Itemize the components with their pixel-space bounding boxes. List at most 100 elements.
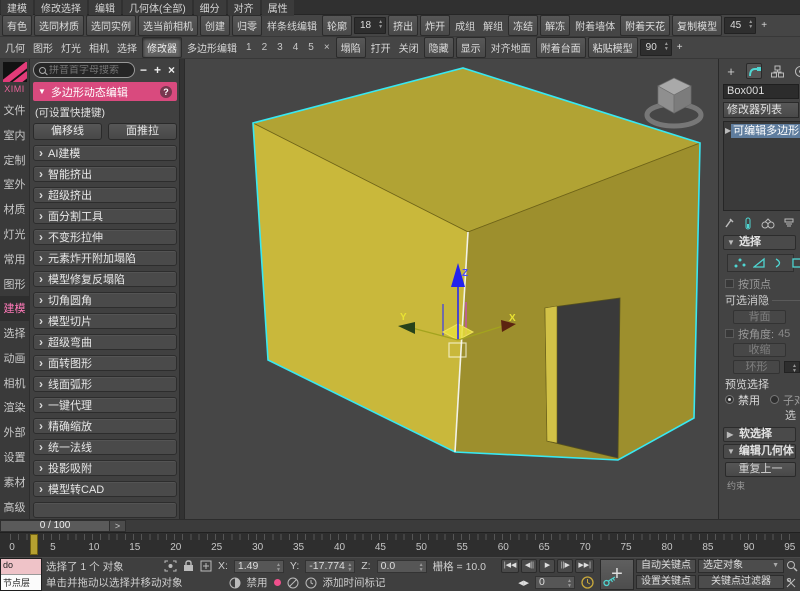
add-time-tag[interactable]: 添加时间标记 bbox=[323, 575, 386, 590]
menu-item[interactable]: 建模 bbox=[1, 0, 33, 16]
key-filters-button[interactable]: 关键点过滤器 bbox=[698, 575, 784, 589]
sidebar-category[interactable]: 高级 bbox=[0, 494, 29, 519]
toolbar-button[interactable]: 炸开 bbox=[420, 15, 450, 36]
track-bar[interactable]: 05101520253035404550556065707580859095 bbox=[0, 532, 800, 557]
toolbar-button[interactable]: 附着墙体 bbox=[572, 16, 618, 35]
tool-rollout[interactable]: › 面分割工具 bbox=[33, 208, 177, 224]
toolbar-button[interactable]: 多边形编辑 bbox=[184, 38, 240, 57]
modify-tab-icon[interactable] bbox=[746, 63, 762, 79]
by-vertex-checkbox[interactable]: 按顶点 bbox=[725, 276, 800, 291]
angle-value[interactable]: 45 bbox=[778, 328, 790, 340]
toolbar-button[interactable]: 粘贴模型 bbox=[588, 37, 638, 58]
make-unique-icon[interactable] bbox=[761, 217, 775, 230]
stack-item-label[interactable]: 可编辑多边形 bbox=[731, 124, 800, 138]
toolbar-button[interactable]: 复制模型 bbox=[672, 15, 722, 36]
toolbar-button[interactable]: 成组 bbox=[452, 16, 478, 35]
add-button[interactable]: + bbox=[152, 63, 163, 77]
edit-geometry-rollout-header[interactable]: ▼ 编辑几何体 bbox=[723, 444, 796, 459]
tool-rollout[interactable]: › 元素炸开附加塌陷 bbox=[33, 250, 177, 266]
tool-rollout[interactable]: › 超级弯曲 bbox=[33, 334, 177, 350]
z-coord-field[interactable]: 0.0 bbox=[377, 560, 427, 573]
time-config-clock-icon[interactable] bbox=[581, 576, 594, 589]
sidebar-category[interactable]: 灯光 bbox=[0, 222, 29, 247]
sidebar-category[interactable]: 建模 bbox=[0, 296, 29, 321]
search-input[interactable] bbox=[49, 65, 129, 76]
isolate-selection-icon[interactable] bbox=[164, 560, 177, 572]
auto-key-button[interactable]: 自动关键点 bbox=[636, 559, 696, 573]
adaptive-degradation-icon[interactable] bbox=[229, 577, 241, 589]
stack-item[interactable]: ▶ 可编辑多边形 bbox=[725, 123, 799, 138]
playback-button[interactable]: ◀|| bbox=[521, 559, 537, 573]
create-tab-icon[interactable]: + bbox=[723, 63, 739, 79]
by-angle-checkbox[interactable]: 按角度: 45 bbox=[725, 326, 800, 341]
toolbar-button[interactable]: 显示 bbox=[456, 37, 486, 58]
tool-rollout[interactable]: › 面转图形 bbox=[33, 355, 177, 371]
remove-modifier-icon[interactable] bbox=[783, 217, 795, 230]
menu-item[interactable]: 修改选择 bbox=[35, 0, 87, 16]
edge-mode-icon[interactable] bbox=[753, 257, 765, 269]
sidebar-category[interactable]: 渲染 bbox=[0, 395, 29, 420]
ring-spinner[interactable] bbox=[784, 361, 800, 373]
tool-rollout[interactable]: › 切角圆角 bbox=[33, 292, 177, 308]
help-icon[interactable]: ? bbox=[160, 86, 172, 98]
sidebar-category[interactable]: 室内 bbox=[0, 123, 29, 148]
set-key-big-button[interactable]: + bbox=[600, 559, 634, 590]
box-model[interactable] bbox=[253, 68, 700, 460]
toolbar-button[interactable]: 关闭 bbox=[396, 38, 422, 57]
toolbar-button[interactable]: 相机 bbox=[86, 38, 112, 57]
viewcube[interactable] bbox=[647, 78, 701, 126]
motion-tab-icon[interactable] bbox=[792, 63, 800, 79]
playback-button[interactable]: ▶▶| bbox=[575, 559, 594, 573]
set-key-button[interactable]: 设置关键点 bbox=[636, 575, 696, 589]
tool-rollout[interactable]: › AI建模 bbox=[33, 145, 177, 161]
toolbar-button[interactable]: 塌陷 bbox=[336, 37, 366, 58]
toolbar-button[interactable]: 几何 bbox=[2, 38, 28, 57]
sidebar-category[interactable]: 设置 bbox=[0, 445, 29, 470]
object-name-field[interactable]: Box001 bbox=[723, 84, 799, 99]
playback-button[interactable]: ||▶ bbox=[557, 559, 573, 573]
toolbar-button[interactable]: 挤出 bbox=[388, 15, 418, 36]
toolbar-button[interactable]: 灯光 bbox=[58, 38, 84, 57]
toolbar-button[interactable]: 修改器 bbox=[142, 37, 182, 58]
toolbar-button[interactable]: × bbox=[320, 40, 334, 55]
toolbar-button[interactable]: 对齐地面 bbox=[488, 38, 534, 57]
polygon-mode-icon[interactable] bbox=[791, 257, 800, 269]
quick-tool-button[interactable]: 偏移线 bbox=[33, 123, 102, 140]
tool-rollout[interactable]: › 投影吸附 bbox=[33, 460, 177, 476]
menu-item[interactable]: 细分 bbox=[194, 0, 226, 16]
sidebar-category[interactable]: 常用 bbox=[0, 246, 29, 271]
toolbar-button[interactable]: 图形 bbox=[30, 38, 56, 57]
toolbar-button[interactable]: 解组 bbox=[480, 16, 506, 35]
menu-item[interactable]: 对齐 bbox=[228, 0, 260, 16]
toolbar-button[interactable]: 5 bbox=[304, 40, 318, 55]
rollout-header-active[interactable]: ▼ 多边形动态编辑 ? bbox=[33, 82, 177, 101]
toolbar-button[interactable]: 创建 bbox=[200, 15, 230, 36]
tool-rollout[interactable]: › 超级挤出 bbox=[33, 187, 177, 203]
modifier-stack[interactable]: ▶ 可编辑多边形 bbox=[723, 121, 800, 211]
sidebar-category[interactable]: 素材 bbox=[0, 469, 29, 494]
toolbar-button[interactable]: 18 bbox=[354, 17, 386, 34]
time-slider-handle[interactable]: 0 / 100 bbox=[0, 520, 110, 532]
sidebar-category[interactable]: 相机 bbox=[0, 370, 29, 395]
pin-stack-icon[interactable] bbox=[723, 217, 735, 230]
toolbar-button[interactable]: 选当前相机 bbox=[138, 15, 198, 36]
minimize-button[interactable]: − bbox=[138, 63, 149, 77]
menu-item[interactable]: 几何体(全部) bbox=[123, 0, 192, 16]
shrink-button[interactable]: 收缩 bbox=[733, 343, 786, 357]
toolbar-button[interactable]: 1 bbox=[242, 40, 256, 55]
tool-rollout[interactable]: › 统一法线 bbox=[33, 439, 177, 455]
selection-lock-icon[interactable] bbox=[183, 560, 194, 572]
toolbar-button[interactable]: + bbox=[758, 18, 770, 33]
x-coord-field[interactable]: 1.49 bbox=[234, 560, 284, 573]
ring-button[interactable]: 环形 bbox=[733, 360, 780, 374]
menu-item[interactable]: 属性 bbox=[262, 0, 294, 16]
toolbar-button[interactable]: 解冻 bbox=[540, 15, 570, 36]
tool-rollout[interactable]: › 智能挤出 bbox=[33, 166, 177, 182]
current-frame-field[interactable]: 0 bbox=[535, 576, 575, 589]
sidebar-category[interactable]: 室外 bbox=[0, 172, 29, 197]
toolbar-button[interactable]: 冻结 bbox=[508, 15, 538, 36]
y-coord-field[interactable]: -17.774 bbox=[305, 560, 355, 573]
toolbar-button[interactable]: 4 bbox=[289, 40, 303, 55]
backface-button[interactable]: 背面 bbox=[733, 310, 786, 324]
menu-item[interactable]: 编辑 bbox=[89, 0, 121, 16]
